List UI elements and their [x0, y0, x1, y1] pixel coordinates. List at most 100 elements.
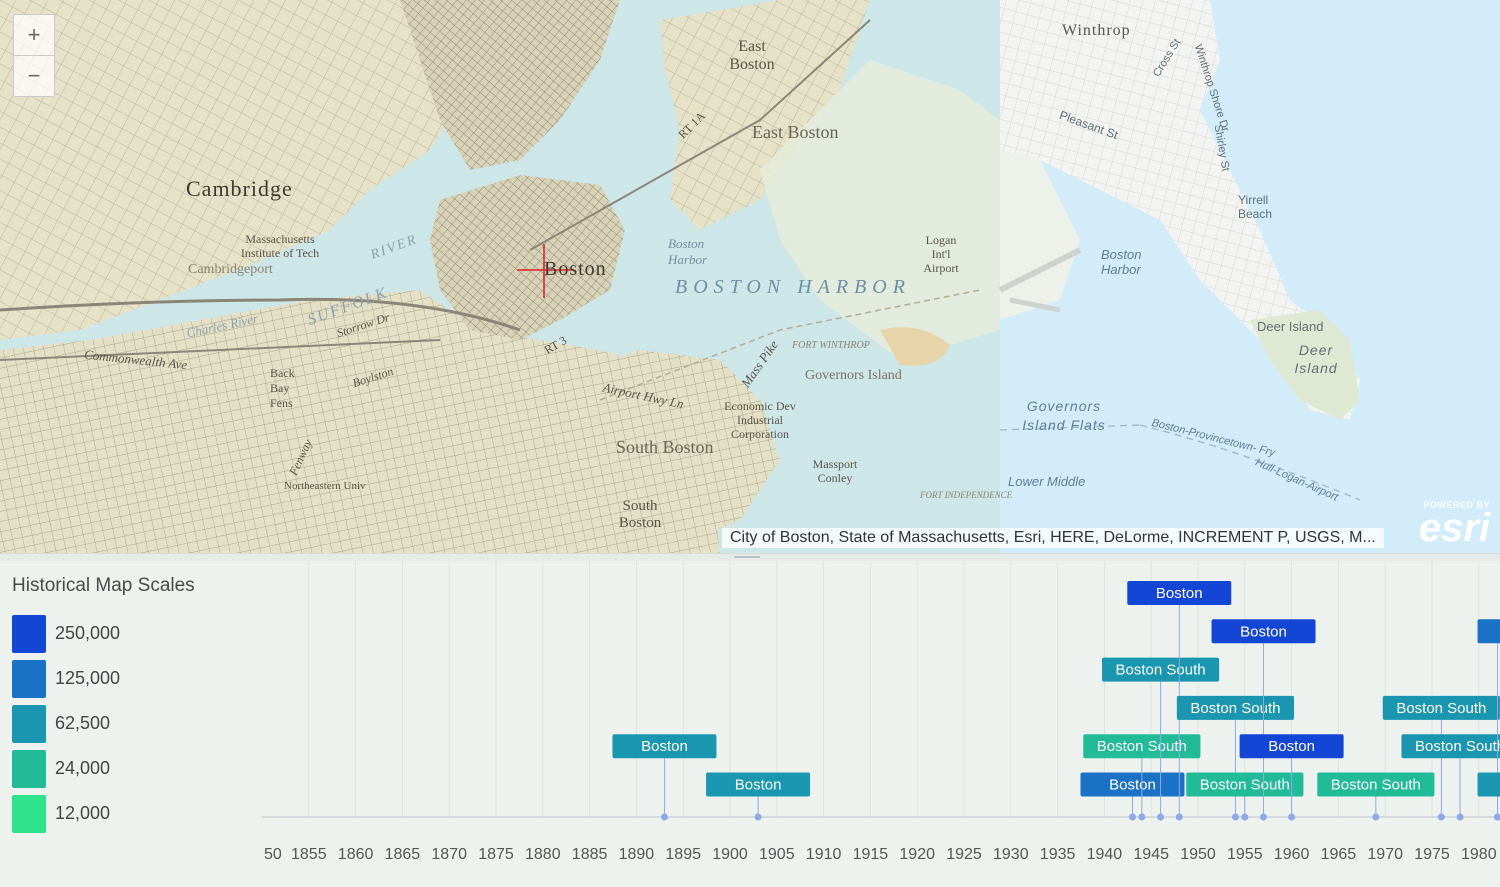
map-label-back-bay: Back Bay Fens [270, 366, 295, 410]
map-label-south-boston: South Boston [616, 437, 714, 457]
x-tick-label: 1865 [385, 846, 421, 863]
map-label-east-boston-2: East Boston [752, 122, 839, 142]
legend-item: 125,000 [12, 656, 195, 701]
map-label-boston-harbor-modern: Boston Harbor [1101, 247, 1142, 277]
map-label-fort-winthrop: FORT WINTHROP [792, 340, 870, 351]
legend-item: 62,500 [12, 701, 195, 746]
map-label-lower-middle: Lower Middle [1008, 474, 1086, 489]
marker-label: Boston South [1200, 777, 1290, 794]
x-tick-label: 1940 [1087, 846, 1123, 863]
esri-logo[interactable]: POWERED BY esri [1419, 500, 1490, 548]
resize-handle[interactable] [734, 556, 760, 558]
marker-dot [1128, 813, 1136, 821]
marker-label: Boston [1268, 738, 1315, 755]
x-tick-label: 1930 [993, 846, 1029, 863]
legend: Historical Map Scales 250,000 125,000 62,5… [12, 575, 195, 836]
x-tick-label: 1890 [619, 846, 655, 863]
x-tick-label: 1905 [759, 846, 795, 863]
x-tick-label: 1885 [572, 846, 608, 863]
marker-dot [660, 813, 668, 821]
legend-label: 250,000 [55, 623, 121, 643]
legend-label: 12,000 [55, 803, 111, 823]
marker-label: Boston South [1097, 738, 1187, 755]
marker-dot [1157, 813, 1165, 821]
marker-dot [1437, 813, 1445, 821]
legend-swatch [12, 749, 46, 788]
marker-dot [1231, 813, 1239, 821]
x-tick-label: 1925 [946, 846, 982, 863]
map-label-winthrop: Winthrop [1062, 22, 1131, 39]
map-label-governors-island: Governors Island [805, 368, 902, 383]
marker-dot [1260, 813, 1268, 821]
zoom-in-button[interactable]: + [13, 14, 55, 56]
legend-items: 250,000 125,000 62,500 24,000 12,000 [12, 611, 195, 836]
x-tick-label: 50 [264, 846, 282, 863]
legend-item: 12,000 [12, 791, 195, 836]
marker-label: Boston South [1190, 700, 1280, 717]
timeline-marker[interactable]: Boston South [1382, 695, 1500, 821]
map-label-yirrell-beach: Yirrell Beach [1238, 193, 1273, 221]
marker-box[interactable] [1477, 619, 1500, 644]
legend-title: Historical Map Scales [12, 575, 195, 596]
marker-dot [1494, 813, 1500, 821]
map-label-massport-conley: Massport Conley [812, 457, 858, 485]
map-label-cambridgeport: Cambridgeport [188, 262, 273, 277]
marker-dot [1241, 813, 1249, 821]
marker-dot [1138, 813, 1146, 821]
marker-box[interactable] [1477, 772, 1500, 797]
map-label-mit: Massachusetts Institute of Tech [240, 232, 320, 260]
marker-label: Boston [641, 738, 688, 755]
x-tick-label: 1875 [478, 846, 514, 863]
map-label-economic-dev: Economic Dev Industrial Corporation [724, 399, 796, 441]
x-tick-label: 1920 [899, 846, 935, 863]
map-view[interactable]: Cambridge Boston East Boston East Boston… [0, 0, 1500, 553]
x-tick-label: 1935 [1040, 846, 1076, 863]
marker-label: Boston [1156, 585, 1203, 602]
marker-label: Boston [1109, 777, 1156, 794]
marker-label: Boston [735, 777, 782, 794]
x-tick-label: 1970 [1367, 846, 1403, 863]
timeline-marker[interactable]: Boston [706, 772, 811, 821]
marker-dot [754, 813, 762, 821]
timeline-marker[interactable]: Boston South [1317, 772, 1435, 821]
timeline-marker[interactable]: Boston [1080, 772, 1185, 821]
x-tick-label: 1975 [1414, 846, 1450, 863]
marker-label: Boston South [1415, 738, 1500, 755]
marker-label: Boston [1240, 623, 1287, 640]
map-label-governors-island-flats: Governors Island Flats [1022, 398, 1106, 433]
marker-label: Boston South [1116, 662, 1206, 679]
x-tick-label: 1960 [1274, 846, 1310, 863]
marker-dot [1456, 813, 1464, 821]
zoom-out-button[interactable]: − [13, 55, 55, 97]
marker-label: Boston South [1331, 777, 1421, 794]
marker-dot [1175, 813, 1183, 821]
map-label-boston-harbor: BOSTON HARBOR [675, 276, 911, 298]
timeline-marker[interactable]: Boston South [1186, 772, 1304, 821]
map-label-logan-airport: Logan Int'l Airport [923, 233, 959, 275]
map-label-boston: Boston [544, 258, 607, 280]
esri-logo-powered: POWERED BY [1423, 500, 1490, 510]
map-label-deer-island: Deer Island [1257, 319, 1324, 334]
timeline-marker[interactable]: Boston [612, 734, 717, 821]
legend-swatch [12, 794, 46, 833]
x-tick-label: 1895 [665, 846, 701, 863]
x-tick-label: 1965 [1321, 846, 1357, 863]
legend-item: 24,000 [12, 746, 195, 791]
map-label-northeastern: Northeastern Univ [284, 480, 366, 492]
legend-swatch [12, 704, 46, 743]
legend-item: 250,000 [12, 611, 195, 656]
marker-dot [1288, 813, 1296, 821]
timeline-marker[interactable] [1477, 772, 1500, 821]
map-attribution: City of Boston, State of Massachusetts, … [722, 528, 1384, 548]
map-label-boston-harbor-small: Boston Harbor [668, 236, 708, 267]
timeline-marker[interactable]: Boston South [1176, 695, 1295, 821]
x-tick-label: 1910 [806, 846, 842, 863]
x-tick-label: 1855 [291, 846, 327, 863]
x-tick-label: 1900 [712, 846, 748, 863]
map-label-fort-independence: FORT INDEPENDENCE [920, 490, 1013, 500]
x-tick-label: 1945 [1133, 846, 1169, 863]
x-tick-label: 1880 [525, 846, 561, 863]
x-tick-label: 1955 [1227, 846, 1263, 863]
legend-swatch [12, 614, 46, 653]
marker-label: Boston South [1396, 700, 1486, 717]
